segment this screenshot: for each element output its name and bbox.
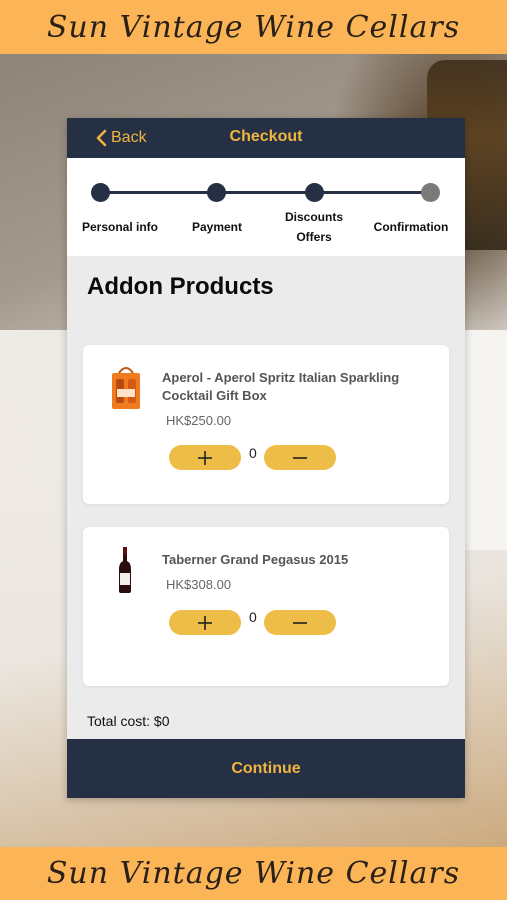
product-name: Taberner Grand Pegasus 2015 <box>162 552 349 567</box>
progress-line <box>101 191 431 194</box>
continue-button[interactable]: Continue <box>67 739 465 798</box>
step-dot-confirmation <box>421 183 440 202</box>
quantity-value: 0 <box>249 609 257 625</box>
step-label-offers: Offers <box>296 230 332 244</box>
quantity-value: 0 <box>249 445 257 461</box>
increase-quantity-button[interactable] <box>169 610 241 635</box>
aperol-gift-box-image <box>112 367 140 409</box>
wine-bottle-image <box>119 547 131 593</box>
bottom-banner: Sun Vintage Wine Cellars <box>0 847 507 900</box>
checkout-progress: Personal info Payment Discounts Offers C… <box>67 158 465 256</box>
navigation-bar: Back Checkout <box>67 118 465 158</box>
checkout-screen: Back Checkout Personal info Payment Disc… <box>67 118 465 798</box>
product-card: Aperol - Aperol Spritz Italian Sparkling… <box>83 345 449 504</box>
step-label-payment: Payment <box>191 220 243 234</box>
step-label-discounts: Discounts <box>284 210 343 224</box>
total-cost: Total cost: $0 <box>87 713 170 729</box>
product-price: HK$308.00 <box>166 577 232 592</box>
section-title: Addon Products <box>87 273 274 300</box>
step-dot-personal-info <box>91 183 110 202</box>
step-label-personal-info: Personal info <box>81 220 158 234</box>
top-banner: Sun Vintage Wine Cellars <box>0 0 507 54</box>
page-title: Checkout <box>229 128 303 145</box>
banner-title: Sun Vintage Wine Cellars <box>46 9 461 45</box>
step-dot-payment <box>207 183 226 202</box>
product-name: Aperol - Aperol Spritz Italian Sparkling… <box>162 370 400 403</box>
plus-icon <box>198 615 212 630</box>
decrease-quantity-button[interactable] <box>264 610 336 635</box>
minus-icon <box>293 621 307 624</box>
increase-quantity-button[interactable] <box>169 445 241 470</box>
minus-icon <box>293 456 307 459</box>
banner-footer-title: Sun Vintage Wine Cellars <box>46 856 461 891</box>
product-price: HK$250.00 <box>166 413 232 428</box>
decrease-quantity-button[interactable] <box>264 445 336 470</box>
product-card: Taberner Grand Pegasus 2015 HK$308.00 0 <box>83 527 449 686</box>
step-label-confirmation: Confirmation <box>373 220 449 234</box>
step-dot-discounts <box>305 183 324 202</box>
plus-icon <box>198 450 212 465</box>
